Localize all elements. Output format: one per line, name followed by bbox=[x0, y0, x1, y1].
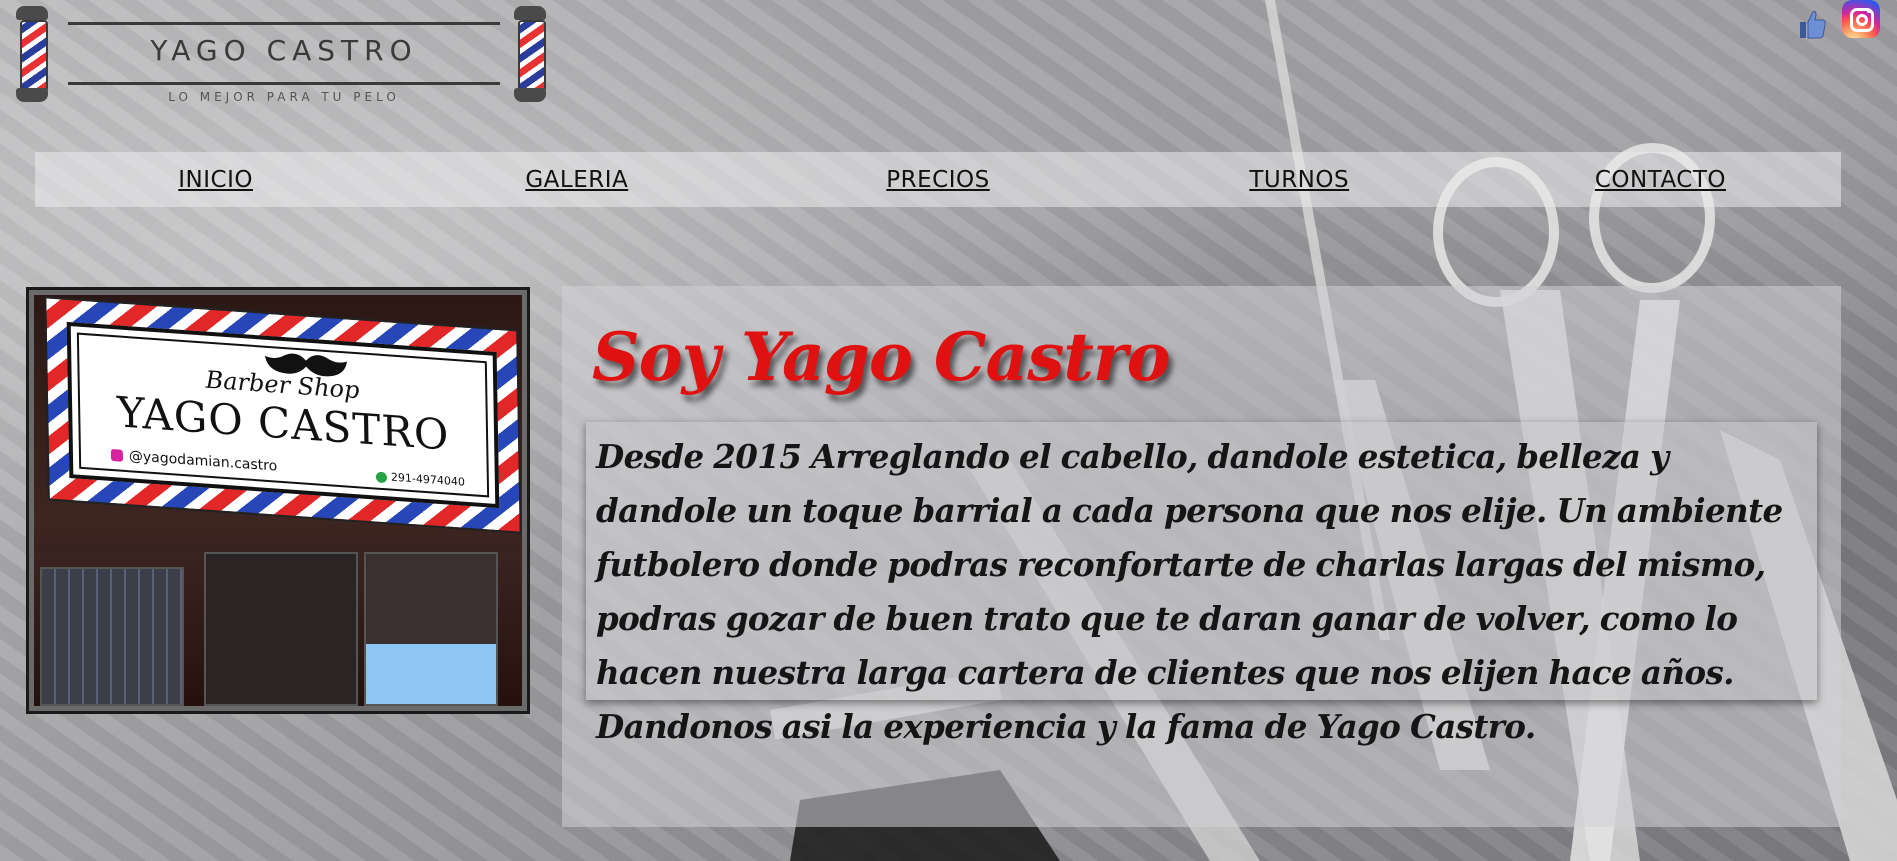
shop-window bbox=[364, 552, 498, 706]
instagram-icon[interactable] bbox=[1842, 0, 1880, 38]
shop-sign-photo: Barber Shop YAGO CASTRO @yagodamian.cast… bbox=[26, 287, 530, 714]
about-panel: Soy Yago Castro Desde 2015 Arreglando el… bbox=[562, 286, 1841, 827]
nav-item-inicio[interactable]: INICIO bbox=[35, 167, 396, 193]
nav-item-turnos[interactable]: TURNOS bbox=[1119, 167, 1480, 193]
nav-item-galeria[interactable]: GALERIA bbox=[396, 167, 757, 193]
logo-rule-top bbox=[68, 22, 500, 25]
barber-pole-left-icon bbox=[12, 6, 52, 102]
logo-subtitle: LO MEJOR PARA TU PELO bbox=[168, 90, 400, 104]
like-icon[interactable] bbox=[1798, 8, 1826, 40]
about-heading: Soy Yago Castro bbox=[592, 318, 1171, 396]
logo-title: YAGO CASTRO bbox=[150, 34, 418, 67]
nav-item-contacto[interactable]: CONTACTO bbox=[1480, 167, 1841, 193]
nav-item-precios[interactable]: PRECIOS bbox=[757, 167, 1118, 193]
whatsapp-icon bbox=[375, 471, 388, 483]
shop-front bbox=[34, 550, 522, 706]
instagram-icon bbox=[110, 448, 124, 462]
main-nav: INICIO GALERIA PRECIOS TURNOS CONTACTO bbox=[35, 152, 1841, 207]
about-textbox: Desde 2015 Arreglando el cabello, dandol… bbox=[586, 422, 1817, 746]
site-logo[interactable]: YAGO CASTRO LO MEJOR PARA TU PELO bbox=[8, 4, 558, 104]
barber-sign: Barber Shop YAGO CASTRO @yagodamian.cast… bbox=[44, 296, 522, 534]
barber-pole-right-icon bbox=[510, 6, 550, 102]
about-body: Desde 2015 Arreglando el cabello, dandol… bbox=[596, 437, 1783, 746]
shop-window bbox=[40, 567, 184, 706]
shop-window bbox=[204, 552, 358, 706]
logo-rule-bottom bbox=[68, 82, 500, 85]
